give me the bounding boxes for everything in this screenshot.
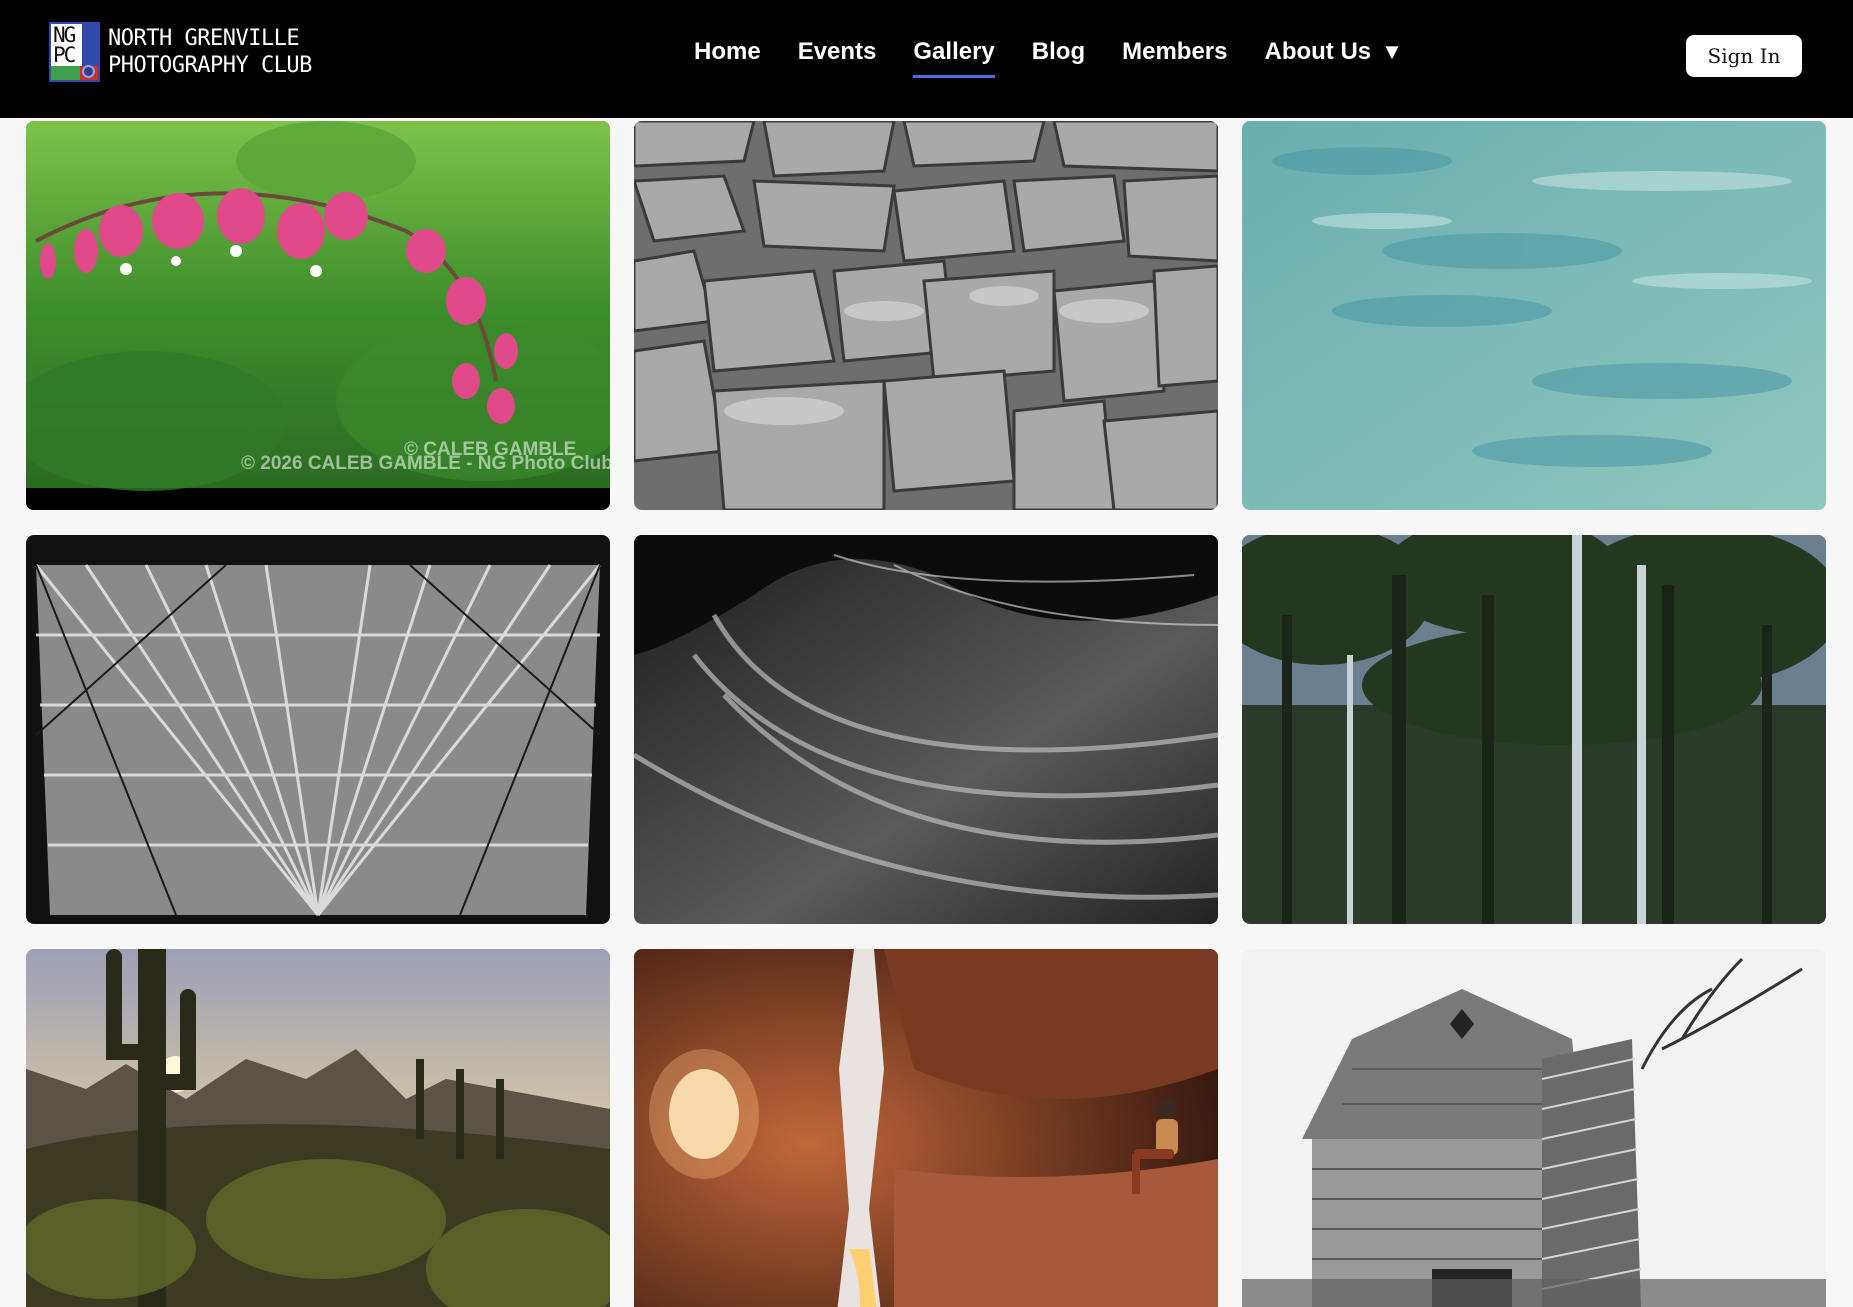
nav-gallery[interactable]: Gallery bbox=[913, 38, 996, 78]
gallery-photo-forest[interactable] bbox=[1242, 535, 1826, 924]
logo-line-2: PHOTOGRAPHY CLUB bbox=[108, 53, 312, 78]
gallery-photo-flowers[interactable]: © 2026 CALEB GAMBLE - NG Photo Club © CA… bbox=[26, 121, 610, 510]
gallery-photo-water[interactable] bbox=[1242, 121, 1826, 510]
photo-watermark-2: © CALEB GAMBLE bbox=[404, 439, 577, 460]
club-logo[interactable]: NG PC NORTH GRENVILLE PHOTOGRAPHY CLUB bbox=[49, 22, 312, 82]
nav-blog-label: Blog bbox=[1031, 38, 1086, 65]
sign-in-button[interactable]: Sign In bbox=[1686, 35, 1802, 77]
nav-events-label: Events bbox=[797, 38, 877, 65]
nav-events[interactable]: Events bbox=[798, 38, 877, 78]
nav-members-label: Members bbox=[1122, 38, 1228, 65]
nav-about-us-label: About Us bbox=[1264, 38, 1372, 65]
barn-image bbox=[1242, 949, 1826, 1307]
site-header: NG PC NORTH GRENVILLE PHOTOGRAPHY CLUB H… bbox=[0, 0, 1853, 118]
chevron-down-icon: ▼ bbox=[1381, 39, 1403, 64]
forest-image bbox=[1242, 535, 1826, 924]
nav-home[interactable]: Home bbox=[694, 38, 761, 78]
gallery-photo-canyon[interactable] bbox=[634, 535, 1218, 924]
saguaro-image bbox=[26, 949, 610, 1307]
gallery-photo-basalt[interactable] bbox=[634, 121, 1218, 510]
gallery-photo-cave[interactable] bbox=[634, 949, 1218, 1307]
logo-mark-text: NG PC bbox=[53, 23, 76, 67]
pyramid-image bbox=[26, 535, 610, 924]
main-nav: Home Events Gallery Blog Members About U… bbox=[694, 38, 1440, 78]
water-image bbox=[1242, 121, 1826, 510]
logo-mark-icon: NG PC bbox=[49, 22, 100, 82]
nav-blog[interactable]: Blog bbox=[1032, 38, 1085, 78]
logo-text: NORTH GRENVILLE PHOTOGRAPHY CLUB bbox=[108, 25, 312, 79]
nav-members[interactable]: Members bbox=[1122, 38, 1227, 78]
logo-line-1: NORTH GRENVILLE bbox=[108, 26, 300, 51]
gallery-photo-barn[interactable] bbox=[1242, 949, 1826, 1307]
cave-image bbox=[634, 949, 1218, 1307]
gallery-photo-pyramid[interactable] bbox=[26, 535, 610, 924]
nav-home-label: Home bbox=[694, 38, 761, 65]
gallery-photo-saguaro[interactable] bbox=[26, 949, 610, 1307]
canyon-image bbox=[634, 535, 1218, 924]
nav-about-us[interactable]: About Us ▼ bbox=[1264, 38, 1402, 78]
basalt-image bbox=[634, 121, 1218, 510]
nav-gallery-label: Gallery bbox=[913, 38, 995, 65]
